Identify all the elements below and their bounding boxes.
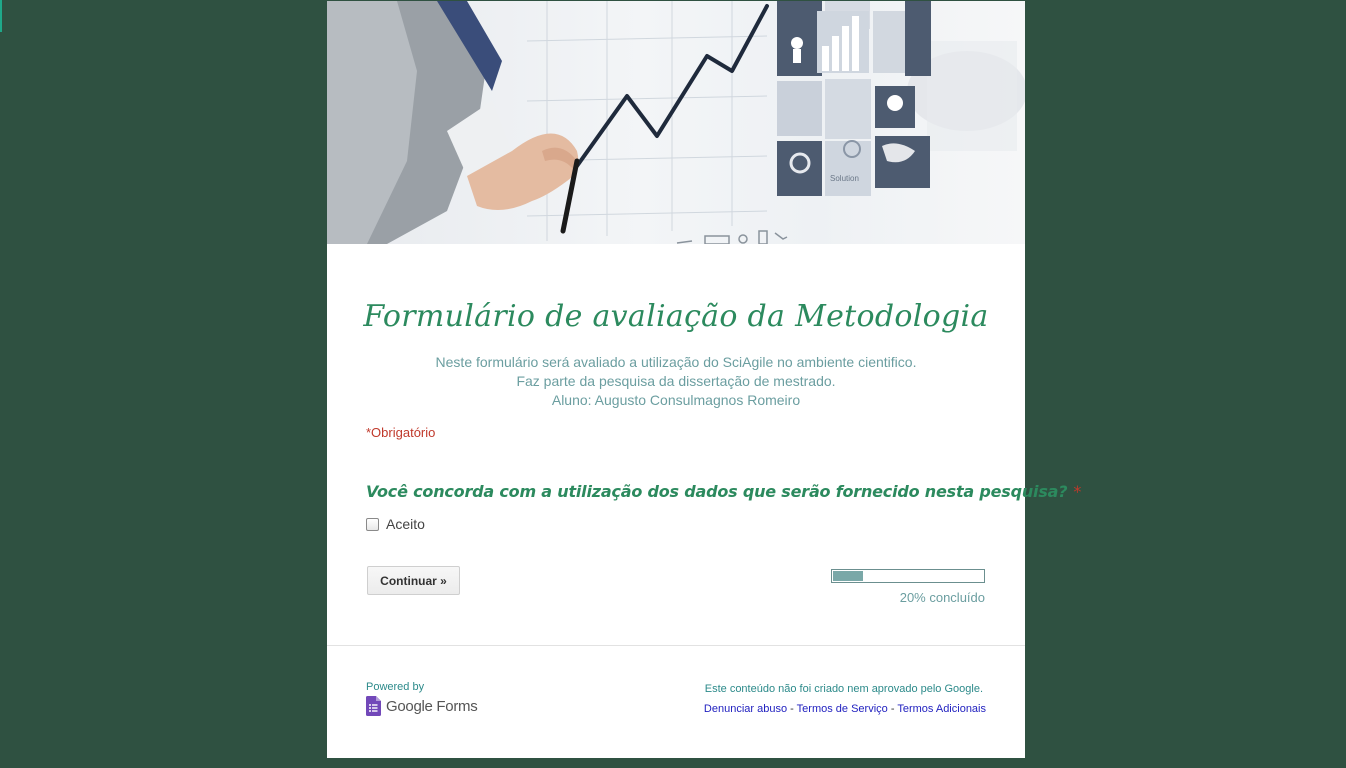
consent-checkbox[interactable] bbox=[366, 517, 379, 531]
form-card: Solution Formulário de avaliação da Meto… bbox=[327, 1, 1081, 758]
powered-by-label: Powered by bbox=[366, 681, 425, 693]
progress-label: 20% concluído bbox=[899, 590, 985, 605]
form-title: Formulário de avaliação da Metodologia bbox=[363, 299, 989, 334]
progress-bar bbox=[831, 569, 985, 583]
link-separator: - bbox=[887, 703, 898, 715]
link-separator: - bbox=[787, 703, 797, 715]
footer-divider bbox=[327, 645, 1025, 646]
continue-button[interactable]: Continuar » bbox=[367, 566, 460, 595]
description-line: Neste formulário será avaliado a utiliza… bbox=[435, 354, 917, 370]
footer-links: Denunciar abuso - Termos de Serviço - Te… bbox=[704, 703, 986, 715]
terms-of-service-link[interactable]: Termos de Serviço bbox=[797, 703, 888, 715]
header-image: Solution bbox=[327, 1, 1025, 244]
progress-bar-fill bbox=[833, 571, 863, 581]
report-abuse-link[interactable]: Denunciar abuso bbox=[704, 703, 787, 715]
google-forms-logo-text: Google Forms bbox=[386, 697, 478, 715]
footer-disclaimer: Este conteúdo não foi criado nem aprovad… bbox=[704, 683, 983, 695]
description-line: Aluno: Augusto Consulmagnos Romeiro bbox=[551, 392, 801, 408]
corner-accent bbox=[0, 0, 2, 32]
chart-tile-label: Solution bbox=[830, 174, 859, 183]
description-line: Faz parte da pesquisa da dissertação de … bbox=[516, 373, 836, 389]
business-chart-illustration: Solution bbox=[327, 1, 1025, 244]
additional-terms-link[interactable]: Termos Adicionais bbox=[897, 703, 986, 715]
question-text: Você concorda com a utilização dos dados… bbox=[366, 482, 1068, 501]
consent-option[interactable]: Aceito bbox=[366, 516, 425, 532]
question-title: Você concorda com a utilização dos dados… bbox=[366, 482, 1081, 501]
google-forms-logo[interactable]: Google Forms bbox=[366, 696, 478, 716]
form-description: Neste formulário será avaliado a utiliza… bbox=[327, 353, 1025, 410]
google-forms-icon bbox=[366, 696, 381, 716]
consent-option-label[interactable]: Aceito bbox=[386, 516, 425, 532]
required-note: *Obrigatório bbox=[366, 425, 436, 440]
required-asterisk: * bbox=[1073, 482, 1082, 501]
